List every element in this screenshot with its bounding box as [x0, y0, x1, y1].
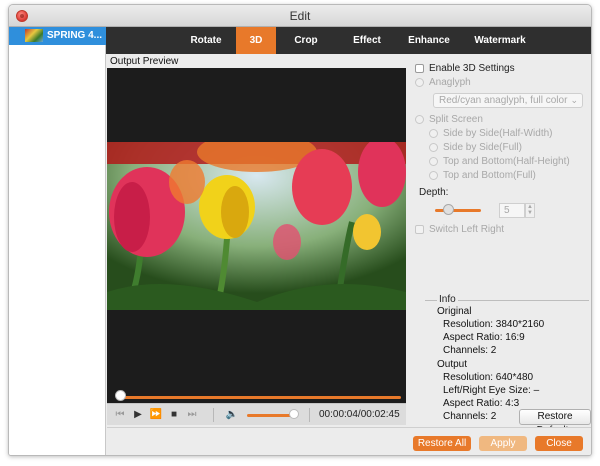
enable-3d-label: Enable 3D Settings [429, 63, 515, 74]
original-aspect-ratio: Aspect Ratio: 16:9 [443, 332, 525, 343]
file-name: SPRING 4... [47, 30, 103, 41]
skip-back-icon[interactable]: ⏮ [113, 408, 127, 422]
fast-forward-icon[interactable]: ⏩ [149, 408, 163, 422]
output-resolution: Resolution: 640*480 [443, 372, 534, 383]
restore-defaults-button[interactable]: Restore Defaults [519, 409, 591, 436]
output-aspect-ratio: Aspect Ratio: 4:3 [443, 398, 520, 409]
stop-icon[interactable]: ■ [167, 408, 181, 422]
side-by-side-half-label: Side by Side(Half-Width) [443, 128, 553, 139]
restore-all-button[interactable]: Restore All [413, 436, 471, 451]
top-bottom-full-radio[interactable] [429, 171, 438, 180]
playback-controls: ⏮ ▶ ⏩ ■ ⏭ 🔈 00:00:04/00:02:45 [107, 403, 406, 425]
output-preview-label: Output Preview [110, 56, 179, 67]
edit-window: Edit SPRING 4... Rotate 3D Crop Effect E… [8, 4, 592, 456]
skip-forward-icon[interactable]: ⏭ [185, 408, 199, 422]
anaglyph-mode-value: Red/cyan anaglyph, full color [439, 95, 568, 106]
volume-icon[interactable]: 🔈 [225, 408, 239, 422]
output-channels: Channels: 2 [443, 411, 497, 422]
depth-stepper[interactable]: ▲ ▼ [525, 203, 535, 218]
volume-slider[interactable] [247, 414, 293, 417]
close-button[interactable]: Close [535, 436, 583, 451]
side-by-side-full-radio[interactable] [429, 143, 438, 152]
window-title: Edit [289, 9, 311, 23]
output-eye-size: Left/Right Eye Size: – [443, 385, 540, 396]
anaglyph-label: Anaglyph [429, 77, 471, 88]
depth-slider[interactable] [435, 209, 481, 212]
anaglyph-radio[interactable] [415, 78, 424, 87]
play-icon[interactable]: ▶ [131, 408, 145, 422]
apply-button[interactable]: Apply [479, 436, 527, 451]
tab-effect[interactable]: Effect [336, 27, 398, 54]
depth-slider-handle[interactable] [443, 204, 454, 215]
switch-left-right-checkbox[interactable] [415, 225, 424, 234]
file-list-item[interactable]: SPRING 4... [9, 27, 106, 45]
video-preview [107, 68, 406, 403]
timeline-track[interactable] [119, 396, 401, 399]
edit-tab-bar: Rotate 3D Crop Effect Enhance Watermark [106, 27, 591, 54]
chevron-down-icon: ⌄ [570, 95, 578, 105]
original-channels: Channels: 2 [443, 345, 497, 356]
original-heading: Original [437, 306, 472, 317]
tulip-image [107, 142, 406, 310]
volume-slider-handle[interactable] [289, 409, 299, 419]
top-bottom-half-label: Top and Bottom(Half-Height) [443, 156, 570, 167]
dialog-footer: Restore All Apply Close [107, 427, 591, 455]
tab-crop[interactable]: Crop [276, 27, 336, 54]
side-by-side-half-radio[interactable] [429, 129, 438, 138]
tab-enhance[interactable]: Enhance [398, 27, 460, 54]
video-frame [107, 142, 406, 310]
output-heading: Output [437, 359, 468, 370]
depth-label: Depth: [419, 187, 449, 198]
controls-divider [213, 408, 214, 422]
split-screen-label: Split Screen [429, 114, 483, 125]
info-group: Info Original Resolution: 3840*2160 Aspe… [425, 294, 589, 425]
original-resolution: Resolution: 3840*2160 [443, 319, 545, 330]
switch-left-right-label: Switch Left Right [429, 224, 505, 235]
depth-input[interactable]: 5 [499, 203, 525, 218]
timeline-scrubber-handle[interactable] [115, 390, 126, 401]
playback-time: 00:00:04/00:02:45 [319, 409, 400, 420]
file-list-sidebar: SPRING 4... [9, 27, 106, 455]
anaglyph-mode-select[interactable]: Red/cyan anaglyph, full color ⌄ [433, 93, 583, 108]
side-by-side-full-label: Side by Side(Full) [443, 142, 522, 153]
title-bar: Edit [9, 5, 591, 27]
enable-3d-checkbox[interactable] [415, 64, 424, 73]
tab-watermark[interactable]: Watermark [460, 27, 540, 54]
top-bottom-half-radio[interactable] [429, 157, 438, 166]
split-screen-radio[interactable] [415, 115, 424, 124]
tab-3d[interactable]: 3D [236, 27, 276, 54]
tab-rotate[interactable]: Rotate [176, 27, 236, 54]
file-thumbnail [25, 29, 43, 42]
controls-divider [309, 408, 310, 422]
top-bottom-full-label: Top and Bottom(Full) [443, 170, 536, 181]
info-title: Info [437, 294, 458, 305]
